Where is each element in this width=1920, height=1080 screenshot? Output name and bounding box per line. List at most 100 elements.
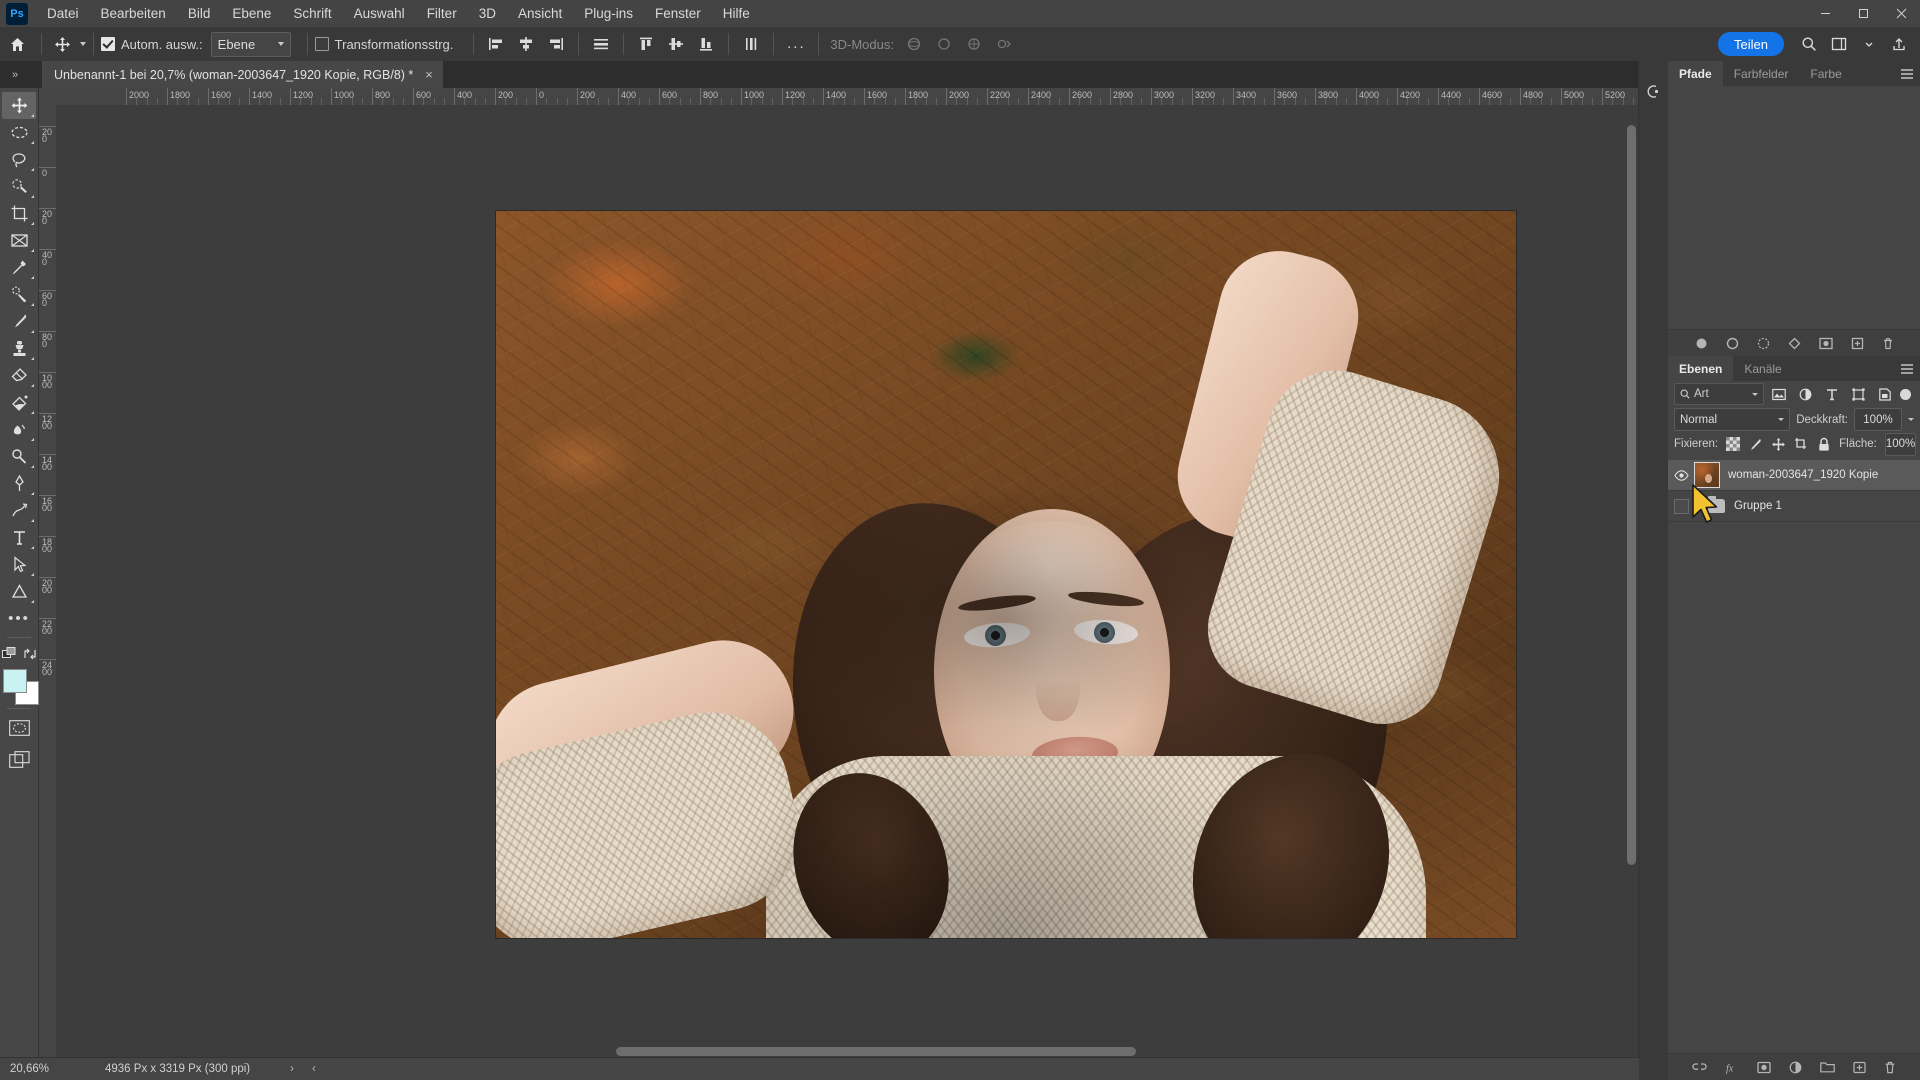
paths-panel-body[interactable]	[1668, 86, 1920, 329]
align-horizontal-centers-button[interactable]	[514, 32, 538, 56]
panel-menu-icon[interactable]	[1900, 356, 1914, 381]
blur-tool[interactable]	[2, 416, 36, 443]
marquee-tool[interactable]	[2, 119, 36, 146]
lock-artboard-icon[interactable]	[1794, 436, 1809, 453]
menu-item-bearbeiten[interactable]: Bearbeiten	[90, 0, 177, 27]
delete-layer-icon[interactable]	[1884, 1061, 1896, 1074]
menu-item-hilfe[interactable]: Hilfe	[712, 0, 761, 27]
layer-visibility-toggle[interactable]	[1668, 491, 1694, 521]
swap-colors-icon[interactable]	[23, 647, 37, 661]
eraser-tool[interactable]	[2, 362, 36, 389]
move-tool[interactable]	[2, 92, 36, 119]
lasso-tool[interactable]	[2, 146, 36, 173]
align-left-edges-button[interactable]	[484, 32, 508, 56]
workspace-icon[interactable]	[1824, 27, 1854, 61]
opacity-chevron-down-icon[interactable]	[1908, 418, 1914, 421]
lock-image-icon[interactable]	[1748, 436, 1763, 453]
new-path-icon[interactable]	[1851, 337, 1864, 350]
tab-kanaele[interactable]: Kanäle	[1733, 356, 1793, 381]
layer-name[interactable]: woman-2003647_1920 Kopie	[1728, 469, 1878, 481]
auto-select-checkbox[interactable]	[101, 37, 115, 51]
home-icon[interactable]	[0, 27, 34, 61]
share-button[interactable]: Teilen	[1718, 32, 1784, 56]
layer-row-group[interactable]: ▶ Gruppe 1	[1668, 491, 1920, 522]
pixel-filter-icon[interactable]	[1769, 384, 1790, 404]
link-layers-icon[interactable]	[1692, 1061, 1707, 1073]
maximize-button[interactable]	[1844, 0, 1882, 27]
layer-style-icon[interactable]: fx	[1725, 1061, 1739, 1074]
layer-row-image[interactable]: woman-2003647_1920 Kopie	[1668, 460, 1920, 491]
fill-path-icon[interactable]	[1695, 337, 1708, 350]
tool-preset-caret-icon[interactable]	[80, 42, 86, 46]
edit-toolbar-icon[interactable]	[2, 647, 18, 661]
share-document-icon[interactable]	[1884, 27, 1914, 61]
search-icon[interactable]	[1794, 27, 1824, 61]
chevron-down-icon[interactable]	[1854, 27, 1884, 61]
layer-visibility-toggle[interactable]	[1668, 460, 1694, 490]
brush-tool[interactable]	[2, 308, 36, 335]
tab-farbfelder[interactable]: Farbfelder	[1722, 61, 1800, 86]
align-vertical-centers-button[interactable]	[664, 32, 688, 56]
new-group-icon[interactable]	[1820, 1061, 1835, 1073]
lock-all-icon[interactable]	[1817, 436, 1831, 453]
close-icon[interactable]: ×	[425, 67, 433, 82]
adjustment-filter-icon[interactable]	[1795, 384, 1816, 404]
status-next-arrow[interactable]: ›	[290, 1063, 294, 1075]
add-mask-icon[interactable]	[1757, 1061, 1771, 1074]
menu-item-auswahl[interactable]: Auswahl	[343, 0, 416, 27]
opacity-value[interactable]: 100%	[1854, 408, 1902, 431]
shape-filter-icon[interactable]	[1848, 384, 1869, 404]
tab-ebenen[interactable]: Ebenen	[1668, 356, 1734, 381]
screen-mode-icon[interactable]	[2, 746, 36, 773]
document-tab[interactable]: Unbenannt-1 bei 20,7% (woman-2003647_192…	[42, 61, 444, 88]
zoom-level[interactable]: 20,66%	[0, 1063, 80, 1075]
menu-item-3d[interactable]: 3D	[468, 0, 507, 27]
filter-toggle[interactable]	[1900, 388, 1911, 400]
fill-value[interactable]: 100%	[1884, 432, 1917, 456]
eyedropper-tool[interactable]	[2, 254, 36, 281]
visibility-empty-box[interactable]	[1673, 498, 1689, 514]
dodge-tool[interactable]	[2, 443, 36, 470]
frame-tool[interactable]	[2, 227, 36, 254]
new-layer-icon[interactable]	[1853, 1061, 1866, 1074]
layer-kind-filter[interactable]: Art	[1674, 383, 1764, 405]
layer-name[interactable]: Gruppe 1	[1734, 500, 1782, 512]
new-adjustment-icon[interactable]	[1789, 1061, 1802, 1074]
gradient-tool[interactable]	[2, 389, 36, 416]
healing-brush-tool[interactable]	[2, 281, 36, 308]
auto-select-scope-dropdown[interactable]: Ebene	[210, 31, 291, 57]
lock-position-icon[interactable]	[1771, 436, 1786, 453]
vertical-scroll-thumb[interactable]	[1627, 125, 1636, 865]
load-selection-icon[interactable]	[1757, 337, 1770, 350]
shape-tool[interactable]	[2, 578, 36, 605]
close-button[interactable]	[1882, 0, 1920, 27]
panel-menu-icon[interactable]	[1900, 61, 1914, 86]
quick-selection-tool[interactable]	[2, 173, 36, 200]
vertical-scrollbar[interactable]	[1625, 105, 1638, 1065]
more-align-options-button[interactable]: ...	[784, 32, 808, 56]
menu-item-plug-ins[interactable]: Plug-ins	[573, 0, 644, 27]
make-selection-icon[interactable]	[1788, 337, 1801, 350]
menu-item-bild[interactable]: Bild	[177, 0, 222, 27]
menu-item-filter[interactable]: Filter	[416, 0, 468, 27]
blend-mode-dropdown[interactable]: Normal	[1674, 408, 1791, 431]
lock-transparency-icon[interactable]	[1726, 436, 1741, 453]
smart-object-filter-icon[interactable]	[1874, 384, 1895, 404]
document-image[interactable]	[496, 211, 1516, 938]
history-brush-tool[interactable]	[2, 497, 36, 524]
type-filter-icon[interactable]	[1821, 384, 1842, 404]
path-selection-tool[interactable]	[2, 551, 36, 578]
move-tool-icon[interactable]	[49, 31, 75, 57]
add-mask-icon[interactable]	[1818, 337, 1833, 350]
tab-farbe[interactable]: Farbe	[1799, 61, 1853, 86]
menu-item-datei[interactable]: Datei	[36, 0, 90, 27]
align-right-edges-button[interactable]	[544, 32, 568, 56]
clone-stamp-tool[interactable]	[2, 335, 36, 362]
type-tool[interactable]	[2, 524, 36, 551]
quick-mask-icon[interactable]	[2, 714, 36, 741]
tab-pfade[interactable]: Pfade	[1668, 61, 1723, 86]
distribute-vertical-button[interactable]	[589, 32, 613, 56]
canvas-area[interactable]	[56, 105, 1639, 1065]
tab-overflow-icon[interactable]: »	[4, 61, 26, 88]
menu-item-ansicht[interactable]: Ansicht	[507, 0, 573, 27]
